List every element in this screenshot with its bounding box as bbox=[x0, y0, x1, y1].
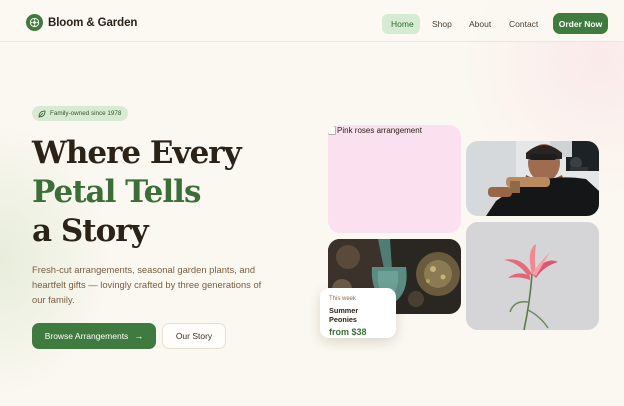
headline-line-3: a Story bbox=[32, 213, 149, 249]
featured-product-card[interactable]: This week Summer Peonies from $38 bbox=[320, 288, 396, 338]
hero-subtext: Fresh-cut arrangements, seasonal garden … bbox=[32, 264, 262, 305]
brand-name: Bloom & Garden bbox=[48, 16, 138, 29]
florist-workshop-image bbox=[466, 141, 599, 216]
featured-card-label: This week bbox=[329, 296, 357, 302]
broken-image-icon bbox=[328, 126, 336, 135]
leaf-icon bbox=[38, 110, 46, 118]
hero-headline: Where Every Petal Tells a Story bbox=[32, 134, 242, 251]
featured-card-price: from $38 bbox=[329, 327, 367, 337]
our-story-button[interactable]: Our Story bbox=[162, 323, 226, 349]
nav-contact[interactable]: Contact bbox=[500, 14, 547, 34]
arrow-right-icon: → bbox=[134, 331, 144, 341]
site-header: Bloom & Garden Home Shop About Contact O… bbox=[0, 0, 624, 42]
pink-flower-image bbox=[466, 222, 599, 330]
nav-shop[interactable]: Shop bbox=[423, 14, 461, 34]
badge-label: Family-owned since 1978 bbox=[50, 110, 122, 117]
heritage-badge: Family-owned since 1978 bbox=[32, 106, 129, 121]
order-now-button[interactable]: Order Now bbox=[553, 13, 608, 34]
roses-alt-text: Pink roses arrangement bbox=[337, 126, 422, 135]
headline-line-2: Petal Tells bbox=[32, 174, 201, 210]
nav-about[interactable]: About bbox=[460, 14, 500, 34]
flower-icon bbox=[26, 14, 43, 31]
broken-image-alt: Pink roses arrangement bbox=[328, 126, 422, 135]
browse-arrangements-button[interactable]: Browse Arrangements → bbox=[32, 323, 156, 349]
featured-card-title: Summer Peonies bbox=[329, 306, 359, 324]
nav-home[interactable]: Home bbox=[382, 14, 420, 34]
headline-line-1: Where Every bbox=[32, 135, 242, 171]
browse-arrangements-label: Browse Arrangements bbox=[44, 331, 129, 341]
roses-image: Pink roses arrangement bbox=[328, 125, 461, 233]
logo[interactable]: Bloom & Garden bbox=[26, 14, 137, 31]
